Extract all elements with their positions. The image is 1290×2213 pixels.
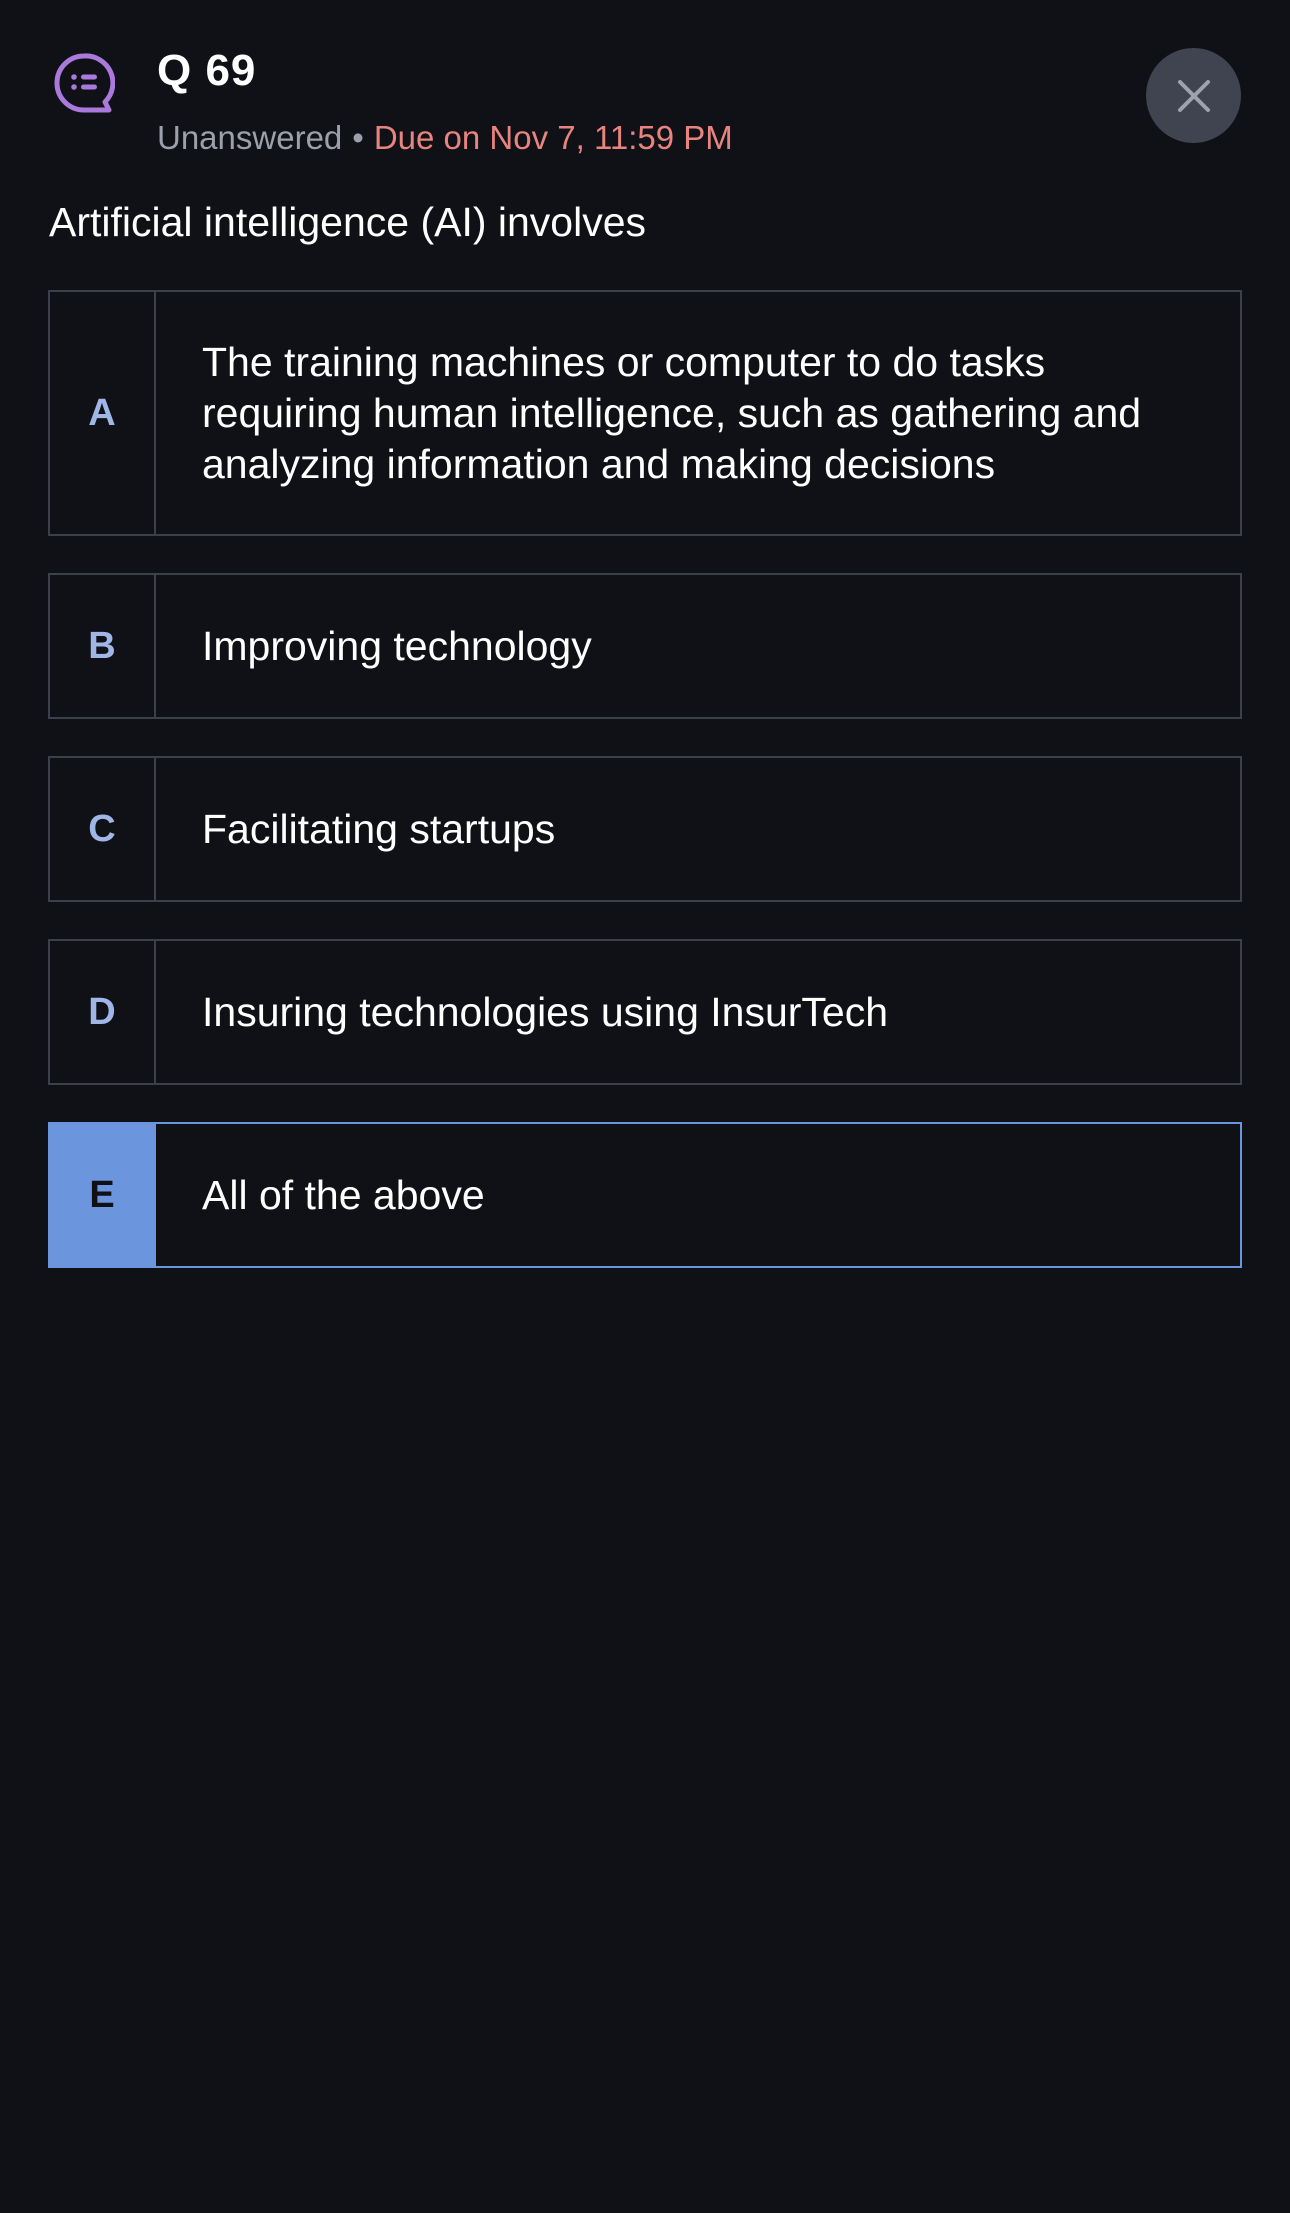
- option-text: Insuring technologies using InsurTech: [202, 988, 889, 1035]
- answer-status: Unanswered: [157, 119, 343, 156]
- meta-separator: •: [352, 119, 364, 156]
- option-letter: A: [50, 292, 156, 534]
- close-button[interactable]: [1146, 48, 1241, 143]
- question-meta: Unanswered • Due on Nov 7, 11:59 PM: [157, 118, 733, 158]
- question-header: Q 69 Unanswered • Due on Nov 7, 11:59 PM: [0, 0, 1290, 170]
- question-text: Artificial intelligence (AI) involves: [49, 199, 647, 245]
- option-text: Facilitating startups: [202, 805, 556, 852]
- option-letter: D: [50, 941, 156, 1083]
- option-text: The training machines or computer to do …: [202, 338, 1142, 487]
- option-a[interactable]: A The training machines or computer to d…: [48, 290, 1242, 536]
- question-number-title: Q 69: [157, 46, 257, 95]
- close-icon: [1174, 76, 1214, 116]
- option-d[interactable]: D Insuring technologies using InsurTech: [48, 939, 1242, 1085]
- option-text: Improving technology: [202, 622, 592, 669]
- option-b[interactable]: B Improving technology: [48, 573, 1242, 719]
- answer-options: A The training machines or computer to d…: [48, 290, 1242, 1305]
- chat-list-icon: [53, 52, 116, 114]
- option-letter: E: [50, 1124, 156, 1266]
- option-c[interactable]: C Facilitating startups: [48, 756, 1242, 902]
- option-letter: C: [50, 758, 156, 900]
- option-letter: B: [50, 575, 156, 717]
- option-text: All of the above: [202, 1171, 485, 1218]
- due-date: Due on Nov 7, 11:59 PM: [373, 119, 733, 156]
- option-e[interactable]: E All of the above: [48, 1122, 1242, 1268]
